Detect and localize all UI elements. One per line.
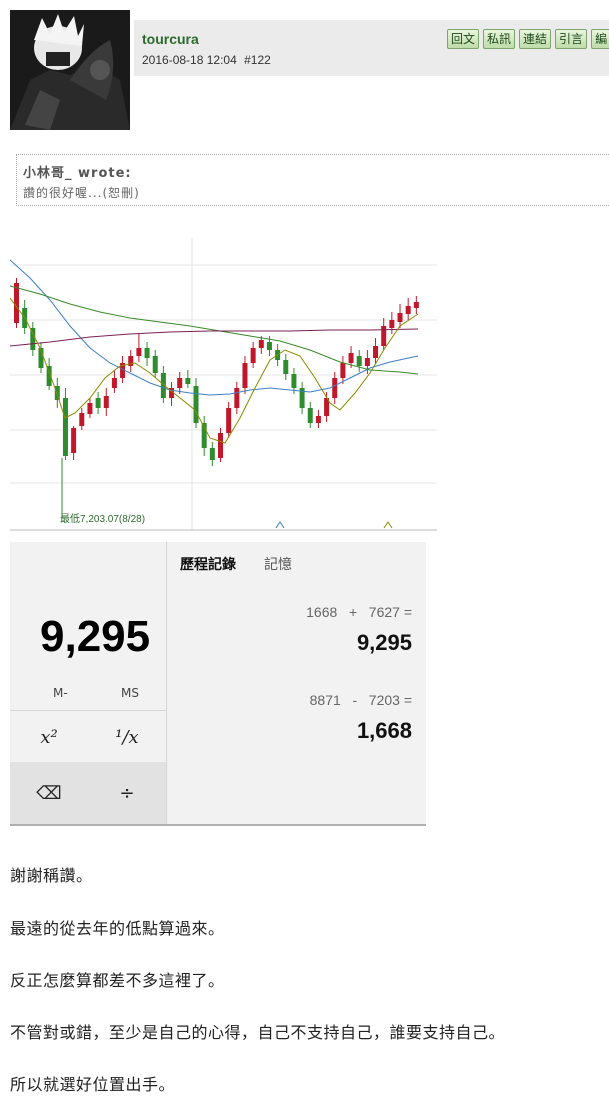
- square-button[interactable]: x²: [10, 712, 88, 762]
- candle-body: [152, 356, 158, 373]
- candle-body: [389, 320, 395, 328]
- candle-body: [62, 398, 68, 456]
- candle-body: [291, 374, 297, 388]
- candle-body: [250, 348, 256, 363]
- post-datetime: 2016-08-18 12:04: [142, 53, 237, 67]
- candle-body: [283, 360, 289, 374]
- reciprocal-button[interactable]: ¹/x: [88, 712, 166, 762]
- signal-marker: [275, 521, 285, 529]
- quote-button[interactable]: 引言: [555, 29, 588, 49]
- calculator-display: 9,295: [40, 612, 151, 661]
- private-message-button[interactable]: 私訊: [483, 29, 516, 49]
- memory-store-button[interactable]: MS: [121, 686, 139, 700]
- candle-body: [315, 416, 321, 423]
- post-meta: 2016-08-18 12:04 #122: [142, 53, 271, 67]
- reply-button[interactable]: 回文: [447, 29, 480, 49]
- low-annotation-text: 最低7,203.07(8/28): [60, 512, 145, 525]
- candle-body: [397, 313, 403, 322]
- post-paragraph: 不管對或錯，至少是自己的心得，自己不支持自己，誰要支持自己。: [10, 1023, 506, 1042]
- chart-candles: [14, 278, 419, 466]
- post-paragraph: 最遠的從去年的低點算過來。: [10, 919, 225, 938]
- history-expression: 8871 - 7203 =: [309, 692, 412, 708]
- backspace-button[interactable]: ⌫: [10, 762, 88, 824]
- candle-body: [14, 283, 19, 323]
- candle-body: [242, 363, 248, 388]
- calculator-history-pane: 歷程記錄 記憶 1668 + 7627 = 9,295 8871 - 7203 …: [167, 542, 426, 824]
- candle-body: [30, 328, 36, 350]
- reciprocal-label: ¹/x: [115, 726, 139, 748]
- candle-body: [234, 388, 240, 408]
- post-number[interactable]: #122: [244, 53, 271, 67]
- candle-body: [356, 356, 362, 366]
- stock-chart-image: 最低7,203.07(8/28): [10, 238, 437, 531]
- post-paragraph: 反正怎麼算都差不多這裡了。: [10, 971, 225, 990]
- candle-body: [364, 358, 370, 366]
- candle-body: [226, 408, 232, 433]
- candle-body: [79, 413, 85, 426]
- quote-author: 小林哥_ wrote:: [23, 166, 132, 181]
- divide-button[interactable]: ÷: [88, 762, 166, 824]
- memory-subtract-button[interactable]: M-: [53, 686, 68, 700]
- candle-body: [144, 348, 150, 358]
- backspace-icon: ⌫: [36, 782, 62, 804]
- calculator-panel: 9,295 M- MS x² ¹/x ⌫ ÷ 歷程記錄 記憶 1668 + 76…: [10, 542, 426, 826]
- candle-body: [111, 378, 117, 388]
- candle-body: [381, 326, 387, 346]
- quote-block: 小林哥_ wrote: 讚的很好喔...(恕刪): [16, 154, 609, 206]
- candle-body: [185, 378, 191, 384]
- history-expression: 1668 + 7627 =: [306, 604, 412, 620]
- candle-body: [103, 396, 109, 408]
- candle-body: [71, 428, 77, 453]
- avatar-image: [10, 10, 130, 130]
- candle-body: [413, 302, 419, 308]
- history-result: 9,295: [356, 630, 412, 655]
- candle-body: [95, 398, 101, 408]
- tab-memory[interactable]: 記憶: [264, 554, 292, 574]
- username-link[interactable]: tourcura: [142, 31, 199, 47]
- divide-icon: ÷: [119, 782, 135, 804]
- edit-button[interactable]: 編: [591, 29, 609, 49]
- ma-purple-line: [10, 328, 419, 347]
- candle-body: [348, 353, 354, 363]
- candle-body: [258, 340, 264, 348]
- candle-body: [373, 346, 379, 358]
- candle-body: [177, 378, 183, 388]
- chart-gridlines: [10, 238, 437, 530]
- user-avatar[interactable]: [10, 10, 130, 130]
- low-annotation: 最低7,203.07(8/28): [60, 458, 145, 525]
- candle-body: [218, 433, 223, 458]
- divider: [10, 710, 166, 711]
- tab-history[interactable]: 歷程記錄: [180, 554, 236, 574]
- post-paragraph: 所以就選好位置出手。: [10, 1075, 176, 1094]
- candle-body: [136, 348, 142, 356]
- post-paragraph: 謝謝稱讚。: [10, 866, 93, 885]
- candle-body: [87, 403, 93, 414]
- post-actions: 回文 私訊 連結 引言 編: [447, 29, 609, 49]
- candle-body: [209, 448, 215, 460]
- candle-body: [332, 378, 338, 398]
- link-button[interactable]: 連結: [519, 29, 552, 49]
- candle-body: [193, 386, 199, 423]
- candle-body: [405, 306, 411, 314]
- candle-body: [266, 342, 272, 350]
- signal-marker: [383, 521, 393, 529]
- quote-text: 讚的很好喔...(恕刪): [23, 186, 140, 200]
- calculator-main: 9,295 M- MS x² ¹/x ⌫ ÷: [10, 542, 167, 824]
- candle-body: [340, 363, 346, 378]
- history-result: 1,668: [356, 718, 412, 743]
- candle-body: [307, 408, 313, 423]
- square-label: x²: [40, 726, 58, 748]
